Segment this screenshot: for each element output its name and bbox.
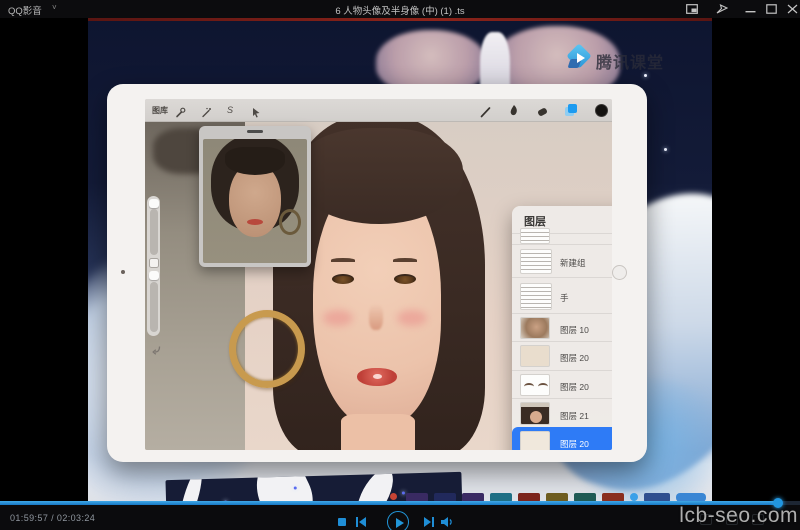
layer-row[interactable]: 图层 10 N — [512, 313, 612, 341]
volume-button[interactable] — [440, 516, 454, 528]
transform-cursor-icon[interactable] — [251, 105, 262, 116]
layers-panel-icon[interactable] — [565, 104, 578, 117]
adjustments-wand-icon[interactable] — [201, 105, 212, 116]
layer-thumbnail — [520, 431, 550, 450]
layer-label: 新建组 — [560, 257, 586, 269]
layers-panel: 图层 + 新建组 — [512, 206, 612, 450]
selection-tool-icon[interactable]: S — [227, 105, 233, 115]
reference-window[interactable] — [199, 126, 311, 267]
window-title: 6 人物头像及半身像 (中) (1) .ts — [200, 3, 600, 17]
sidebar-modify-button[interactable] — [149, 258, 159, 268]
layer-thumbnail — [520, 249, 552, 274]
taskbar-icon — [630, 493, 638, 501]
layer-thumbnail — [520, 283, 552, 310]
layer-label: 图层 20 — [560, 381, 589, 393]
painting-neck — [341, 414, 415, 450]
opacity-track[interactable] — [150, 282, 158, 332]
play-button[interactable] — [387, 511, 409, 530]
share-icon[interactable] — [716, 4, 728, 14]
painting-eyebrow-right — [393, 258, 417, 262]
layer-label: 手 — [560, 292, 569, 304]
layer-thumbnail — [520, 317, 550, 339]
titlebar: QQ影音 ˅ 6 人物头像及半身像 (中) (1) .ts — [0, 0, 800, 18]
ipad-camera-dot — [121, 270, 125, 274]
artwork-star — [294, 486, 297, 489]
minimize-icon[interactable] — [745, 4, 757, 14]
video-stage[interactable]: 腾讯课堂 图库 S — [0, 18, 800, 503]
color-swatch-button[interactable] — [595, 104, 608, 117]
next-button[interactable] — [423, 516, 435, 528]
app-menu-caret-icon[interactable]: ˅ — [52, 3, 57, 12]
brush-tool-icon[interactable] — [480, 105, 491, 116]
painting-eye-left — [332, 274, 354, 284]
layer-row-group[interactable]: 手 — [512, 277, 612, 313]
stop-button[interactable] — [338, 518, 346, 526]
seek-bar-fill — [0, 501, 778, 505]
layer-label: 图层 10 — [560, 324, 589, 336]
reference-photo — [203, 139, 307, 263]
video-frame: 腾讯课堂 图库 S — [88, 18, 712, 503]
app-menu[interactable]: QQ影音 — [8, 3, 42, 17]
painting-lip-highlight — [373, 374, 382, 379]
gallery-button[interactable]: 图库 — [152, 105, 168, 116]
layers-panel-title: 图层 — [524, 213, 546, 229]
tencent-classroom-logo-icon — [568, 45, 594, 71]
smudge-tool-icon[interactable] — [508, 104, 519, 115]
layer-row[interactable]: 图层 20 N — [512, 341, 612, 370]
video-top-red-line — [88, 18, 712, 21]
painting-blush-left — [323, 310, 353, 326]
layer-thumbnail — [520, 345, 550, 367]
layer-row[interactable]: 图层 21 N — [512, 398, 612, 427]
mini-mode-icon[interactable] — [686, 4, 698, 14]
layer-label: 图层 21 — [560, 410, 589, 422]
layer-thumbnail — [520, 402, 550, 425]
background-star — [664, 148, 667, 151]
eraser-tool-icon[interactable] — [536, 105, 547, 116]
painting-eye-right — [394, 274, 416, 284]
layer-row-selected[interactable]: 图层 20 N — [512, 427, 612, 450]
player-window: QQ影音 ˅ 6 人物头像及半身像 (中) (1) .ts — [0, 0, 800, 530]
time-display: 01:59:57 / 02:03:24 — [10, 513, 95, 523]
reference-photo-earring — [279, 209, 301, 235]
reference-photo-lips — [247, 219, 263, 225]
taskbar-icon — [390, 493, 397, 500]
background-star — [644, 74, 647, 77]
ipad-home-button[interactable] — [612, 265, 627, 280]
tencent-classroom-watermark: 腾讯课堂 — [596, 49, 664, 73]
layer-label: 图层 20 — [560, 438, 589, 450]
layer-thumbnail — [520, 374, 550, 396]
actions-wrench-icon[interactable] — [175, 105, 186, 116]
artwork-stroke — [245, 472, 322, 503]
undo-icon[interactable] — [151, 343, 162, 354]
layer-row[interactable]: 图层 20 N — [512, 370, 612, 398]
opacity-slider-handle[interactable] — [149, 271, 159, 280]
procreate-screen: 图库 S — [145, 99, 612, 450]
layers-icon-front-square — [568, 104, 577, 113]
play-triangle-icon — [396, 518, 404, 528]
painting-nose — [369, 304, 383, 330]
site-watermark: lcb-seo.com — [679, 504, 798, 528]
layer-row-group[interactable]: 新建组 — [512, 244, 612, 277]
painting-hoop-earring — [229, 310, 305, 388]
tencent-logo-play-triangle — [577, 53, 585, 63]
previous-button[interactable] — [355, 516, 367, 528]
painting-blush-right — [397, 310, 427, 326]
layer-row-clipped[interactable] — [512, 233, 612, 244]
painting-eyebrow-left — [331, 258, 355, 262]
reference-window-handle[interactable] — [247, 130, 263, 133]
close-icon[interactable] — [787, 4, 799, 14]
brush-sidebar[interactable] — [147, 196, 160, 336]
painting-fringe — [295, 128, 463, 224]
procreate-toolbar: 图库 S — [145, 99, 612, 122]
brush-size-track[interactable] — [150, 209, 158, 255]
maximize-icon[interactable] — [766, 4, 778, 14]
brush-size-slider-handle[interactable] — [149, 199, 159, 208]
layer-thumbnail — [520, 228, 550, 244]
layer-label: 图层 20 — [560, 352, 589, 364]
ipad-device: 图库 S — [107, 84, 647, 462]
reference-photo-fringe — [225, 147, 285, 175]
